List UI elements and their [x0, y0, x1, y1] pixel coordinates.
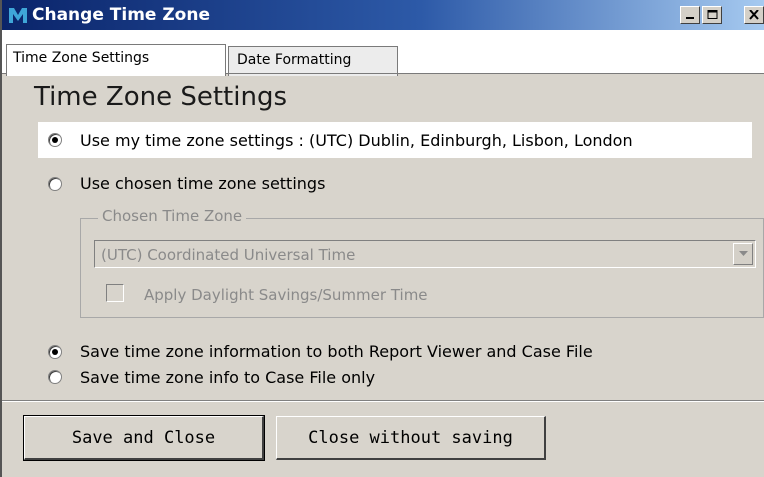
tab-time-zone-settings[interactable]: Time Zone Settings — [6, 44, 226, 76]
save-both-label: Save time zone information to both Repor… — [80, 342, 593, 361]
maximize-icon — [707, 10, 718, 19]
save-both-radio[interactable] — [48, 345, 62, 359]
window-title: Change Time Zone — [32, 5, 210, 25]
save-case-only-label: Save time zone info to Case File only — [80, 368, 376, 387]
change-time-zone-window: Change Time Zone Time Zone Settings Date… — [0, 0, 764, 477]
section-title: Time Zone Settings — [34, 82, 287, 112]
time-zone-select-value: (UTC) Coordinated Universal Time — [101, 246, 356, 264]
daylight-savings-label: Apply Daylight Savings/Summer Time — [144, 286, 428, 304]
minimize-button[interactable] — [680, 6, 700, 24]
close-without-saving-button[interactable]: Close without saving — [276, 416, 546, 460]
use-my-settings-label: Use my time zone settings : (UTC) Dublin… — [80, 131, 633, 150]
use-my-settings-radio[interactable] — [48, 133, 62, 147]
use-chosen-settings-radio[interactable] — [48, 177, 62, 191]
save-case-only-radio[interactable] — [48, 370, 62, 384]
save-and-close-button[interactable]: Save and Close — [23, 415, 265, 461]
maximize-button[interactable] — [702, 6, 722, 24]
chosen-time-zone-legend: Chosen Time Zone — [98, 207, 247, 225]
time-zone-dropdown-button[interactable] — [733, 243, 753, 265]
use-chosen-settings-label: Use chosen time zone settings — [80, 174, 326, 193]
minimize-icon — [686, 17, 694, 19]
app-icon — [9, 8, 27, 23]
chevron-down-icon — [739, 251, 748, 256]
tab-strip: Time Zone Settings Date Formatting — [2, 30, 764, 76]
tab-date-formatting[interactable]: Date Formatting — [228, 46, 398, 76]
title-bar[interactable]: Change Time Zone — [2, 0, 764, 30]
close-icon — [749, 10, 759, 20]
time-zone-select[interactable]: (UTC) Coordinated Universal Time — [94, 240, 756, 268]
close-button[interactable] — [744, 6, 764, 24]
footer-divider — [2, 400, 764, 402]
daylight-savings-checkbox[interactable] — [106, 284, 124, 302]
